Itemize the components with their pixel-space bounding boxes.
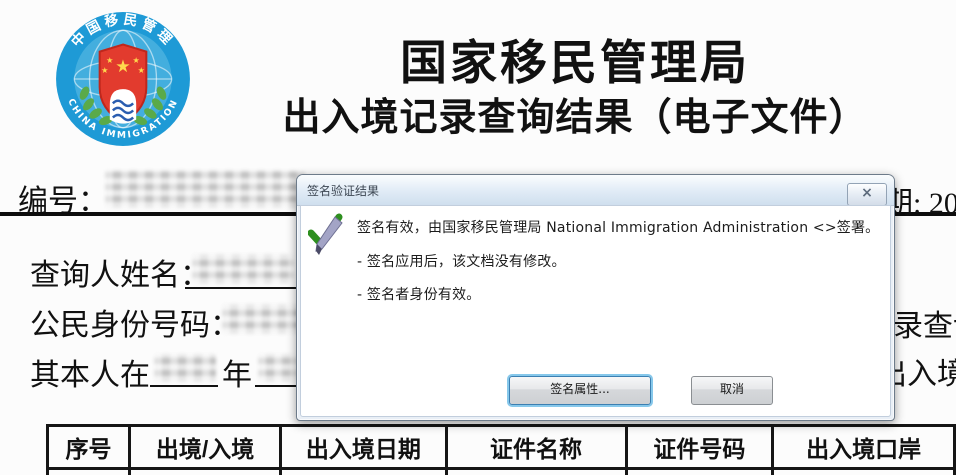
col-header-doc-name: 证件名称 <box>444 424 628 470</box>
cancel-button[interactable]: 取消 <box>691 376 773 405</box>
close-icon[interactable]: × <box>847 183 887 206</box>
agency-title: 国家移民管理局 <box>400 38 750 90</box>
col-header-doc-number: 证件号码 <box>624 424 775 470</box>
stars: ★ ★ ★ ★ ★ <box>101 55 145 77</box>
document-unmodified-message: - 签名应用后，该文档没有修改。 <box>357 254 566 270</box>
col-header-port: 出入境口岸 <box>771 424 956 470</box>
col-header-date: 出入境日期 <box>279 424 448 470</box>
signature-valid-message: 签名有效，由国家移民管理局 National Immigration Admin… <box>357 220 880 236</box>
record-query-fragment: 录查询 <box>893 310 956 343</box>
svg-text:★: ★ <box>138 65 145 75</box>
entry-exit-records-table: 序号 出境/入境 出入境日期 证件名称 证件号码 出入境口岸 <box>46 424 956 475</box>
signature-valid-icon <box>308 213 343 255</box>
redacted-name <box>192 254 294 284</box>
svg-text:★: ★ <box>133 55 140 65</box>
svg-text:★: ★ <box>115 57 130 77</box>
svg-text:★: ★ <box>101 65 108 75</box>
dialog-title: 签名验证结果 <box>307 184 380 198</box>
signer-identity-message: - 签名者身份有效。 <box>357 287 481 303</box>
svg-text:★: ★ <box>106 55 113 65</box>
year-underline <box>150 385 218 387</box>
table-row <box>46 467 956 475</box>
dialog-titlebar[interactable]: 签名验证结果 × <box>297 175 894 206</box>
page: ★ ★ ★ ★ ★ 中国移民管理 CHINA IMMIGRATION 国家移民管… <box>0 0 956 475</box>
redacted-serial-number <box>105 170 305 208</box>
col-header-direction: 出境/入境 <box>127 424 283 470</box>
period-prefix-label: 其本人在 <box>30 359 150 392</box>
signature-verification-dialog: 签名验证结果 × 签名有效，由国家移民管理局 National Immigrat… <box>296 174 895 421</box>
name-underline <box>185 287 310 289</box>
table-header-row: 序号 出境/入境 出入境日期 证件名称 证件号码 出入境口岸 <box>46 424 956 470</box>
document-title: 出入境记录查询结果（电子文件） <box>282 97 868 139</box>
citizen-id-label: 公民身份号码： <box>30 309 240 342</box>
redacted-year <box>154 354 216 382</box>
year-suffix-label: 年 <box>222 359 252 392</box>
col-header-seq: 序号 <box>46 424 131 470</box>
signature-properties-button[interactable]: 签名属性... <box>509 376 651 405</box>
applicant-name-label: 查询人姓名： <box>30 259 210 292</box>
china-immigration-logo-icon: ★ ★ ★ ★ ★ 中国移民管理 CHINA IMMIGRATION <box>56 11 190 146</box>
redacted-id-number <box>222 304 298 334</box>
